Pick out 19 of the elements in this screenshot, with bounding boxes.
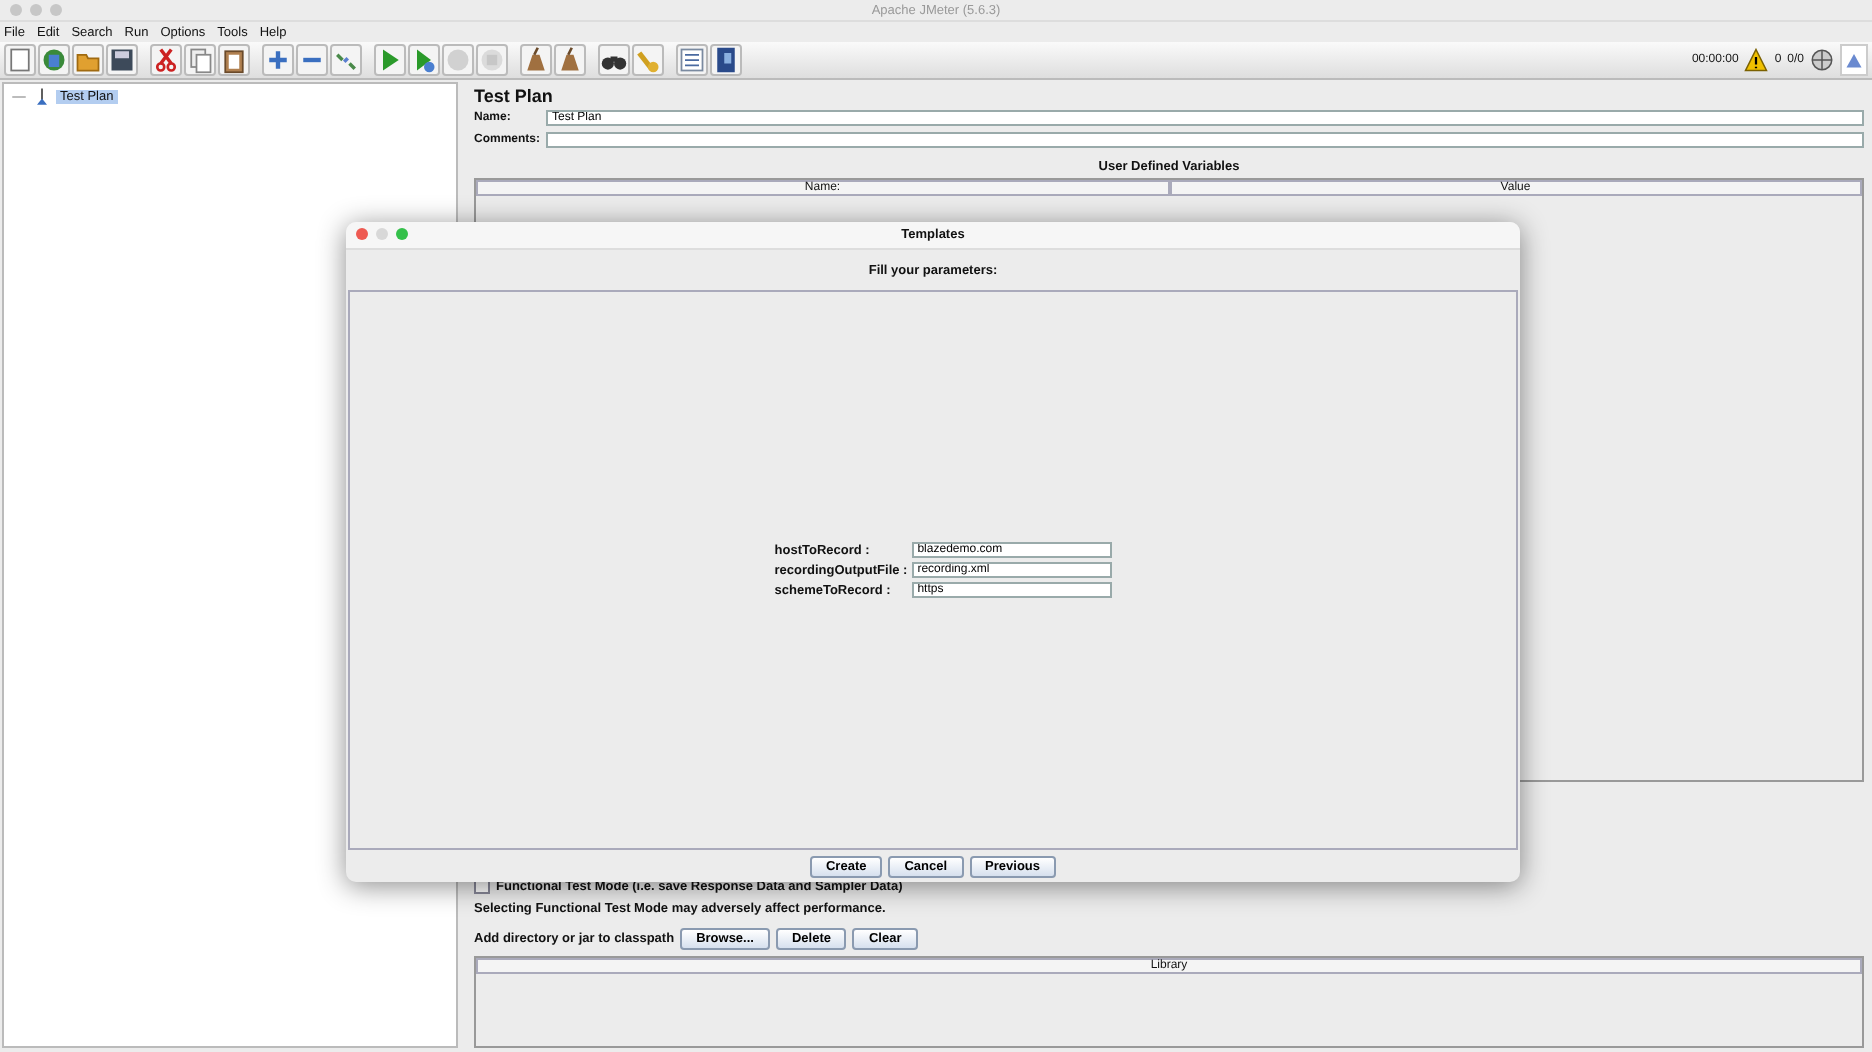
- toolbar-button[interactable]: [150, 44, 182, 76]
- list-icon: [678, 46, 706, 74]
- panel-heading: Test Plan: [474, 86, 555, 106]
- stop-icon: [444, 46, 472, 74]
- toolbar-button[interactable]: [710, 44, 742, 76]
- stop-icon: [478, 46, 506, 74]
- warning-icon[interactable]: [1744, 48, 1769, 72]
- clipboard-icon: [220, 46, 248, 74]
- log-button[interactable]: [1840, 44, 1868, 76]
- scissors-icon: [152, 46, 180, 74]
- toolbar-button[interactable]: [218, 44, 250, 76]
- book-icon: [712, 46, 740, 74]
- copy-icon: [186, 46, 214, 74]
- toolbar-button[interactable]: [676, 44, 708, 76]
- toolbar-button[interactable]: [106, 44, 138, 76]
- toolbar-button[interactable]: [598, 44, 630, 76]
- new-document-icon: [6, 46, 34, 74]
- comments-field[interactable]: [546, 132, 1864, 148]
- plus-icon: [264, 46, 292, 74]
